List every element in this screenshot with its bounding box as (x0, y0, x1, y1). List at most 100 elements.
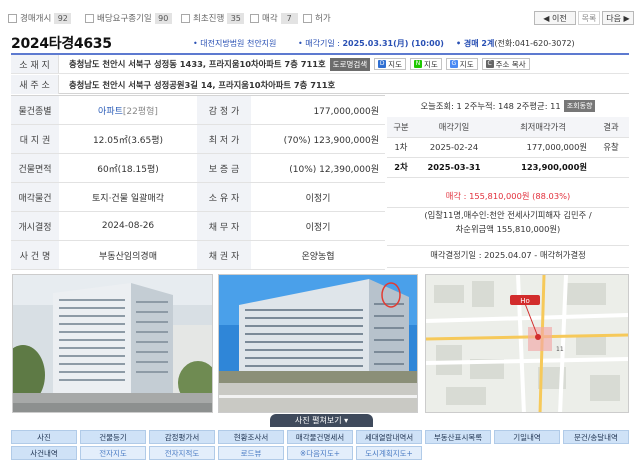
doc-appraisal-button[interactable]: 감정평가서 (149, 430, 215, 444)
land-right-label: 대 지 권 (11, 125, 59, 153)
stage-auction-start[interactable]: 경매개시 92 (8, 11, 72, 25)
naver-map-button[interactable]: N 지도 (409, 58, 442, 70)
road-address-label: 새 주 소 (11, 75, 59, 94)
history-price: 123,900,000원 (493, 157, 593, 178)
property-type-label: 물건종별 (11, 96, 59, 124)
stage-sale[interactable]: 매각 7 (250, 11, 298, 25)
road-address: 충청남도 천안시 서북구 성정공원3길 14, 프라지움10차아파트 7층 71… (69, 79, 336, 90)
sale-item-label: 매각물건 (11, 183, 59, 211)
lot-address: 충청남도 천안시 서북구 성정동 1433, 프라지움10차아파트 7층 711… (69, 59, 326, 69)
stage-first-progress[interactable]: 최초진행 35 (181, 11, 245, 25)
building-area-value: 60㎡(18.15평) (97, 164, 159, 175)
building-photo-2[interactable] (218, 274, 418, 413)
list-button[interactable]: 목록 (578, 11, 600, 25)
doc-delivery-history-button[interactable]: 문건/송달내역 (563, 430, 629, 444)
photo-expand-button[interactable]: 사진 펼쳐보기 ▾ (270, 414, 373, 427)
doc-e-cadastral-button[interactable]: 전자지적도 (149, 446, 215, 460)
sale-item-value: 토지·건물 일괄매각 (92, 193, 164, 204)
history-row-current: 2차 2025-03-31 123,900,000원 (387, 157, 629, 178)
winner-line: (입찰11명,매수인:천안 전세사기피해자 김민주 / (424, 210, 592, 220)
stage-label: 허가 (315, 14, 331, 24)
map-road-label: 11 (556, 346, 564, 353)
checkbox-icon[interactable] (8, 13, 17, 23)
deposit-value: (10%) 12,390,000원 (289, 164, 379, 175)
google-map-button[interactable]: G 지도 (445, 58, 478, 70)
doc-sale-specification-button[interactable]: 매각물건명세서 (287, 430, 353, 444)
case-number: 2024타경4635 (11, 36, 112, 52)
doc-case-history-button[interactable]: 사건내역 (11, 446, 77, 460)
court-name[interactable]: • 대전지방법원 천안지원 (193, 38, 276, 49)
creditor-value: 온양농협 (301, 251, 335, 262)
next-button[interactable]: 다음 ▶ (602, 11, 634, 25)
case-name-label: 사 건 명 (11, 241, 59, 269)
map-button-label: 지도 (423, 59, 438, 69)
copy-button-label: 주소 복사 (495, 59, 526, 69)
property-info-table: 물건종별 아파트 [22평형] 감 정 가 177,000,000원 대 지 권 … (11, 95, 385, 270)
sale-date-value: 2025.03.31(月) (10:00) (342, 39, 444, 48)
road-address-row: 새 주 소 충청남도 천안시 서북구 성정공원3길 14, 프라지움10차아파트… (11, 75, 629, 94)
property-type-value[interactable]: 아파트 [22평형] (59, 96, 197, 124)
daum-map-button[interactable]: D 지도 (374, 58, 406, 70)
doc-urban-plan-button[interactable]: 도시계획지도+ (356, 446, 422, 460)
doc-date-history-button[interactable]: 기일내역 (494, 430, 560, 444)
copy-icon: C (485, 60, 494, 68)
stage-count-badge: 35 (227, 12, 245, 24)
doc-photos-button[interactable]: 사진 (11, 430, 77, 444)
stage-label: 매각 (262, 14, 278, 24)
stage-count-badge: 7 (280, 12, 298, 24)
sale-date-label: • 매각기일 : (298, 39, 343, 48)
stage-label: 배당요구종기일 (97, 14, 152, 24)
doc-e-map-button[interactable]: 전자지도 (80, 446, 146, 460)
map-button-label: 지도 (388, 59, 402, 69)
stage-count-badge: 92 (54, 12, 72, 24)
view-count: 오늘조회: 1 2주누적: 148 2주평균: 11 조회동향 (387, 95, 629, 117)
stage-approval[interactable]: 허가 (303, 11, 331, 25)
info-row-sale-item: 매각물건 토지·건물 일괄매각 소 유 자 이정기 (11, 183, 385, 212)
debtor-value: 이정기 (305, 222, 331, 233)
road-search-button[interactable]: 도로명검색 (329, 57, 371, 71)
owner-label: 소 유 자 (197, 183, 251, 211)
checkbox-icon[interactable] (250, 13, 259, 23)
doc-roadview-button[interactable]: 로드뷰 (218, 446, 284, 460)
stage-label: 최초진행 (193, 14, 225, 24)
checkbox-icon[interactable] (303, 13, 312, 23)
doc-building-registry-button[interactable]: 건물등기 (80, 430, 146, 444)
info-row-start: 개시결정 2024-08-26 채 무 자 이정기 (11, 212, 385, 241)
building-area-label: 건물면적 (11, 154, 59, 182)
history-round: 1차 (387, 137, 415, 158)
photo-expand-label: 사진 펼쳐보기 (294, 416, 342, 425)
doc-property-list-button[interactable]: 부동산표시목록 (425, 430, 491, 444)
sale-date: • 매각기일 : 2025.03.31(月) (10:00) (298, 38, 444, 49)
history-header: 최저매각가격 (493, 117, 593, 138)
prev-button[interactable]: ◀ 이전 (534, 11, 576, 25)
doc-survey-button[interactable]: 현황조사서 (218, 430, 284, 444)
auction-progress-bar: 경매개시 92 배당요구종기일 90 최초진행 35 매각 7 허가 ◀ 이전 … (8, 11, 634, 27)
location-map[interactable]: Ho 11 (425, 274, 629, 413)
history-header: 결과 (593, 117, 629, 138)
history-header: 구분 (387, 117, 415, 138)
view-trend-button[interactable]: 조회동향 (563, 100, 596, 112)
deposit-label: 보 증 금 (197, 154, 251, 182)
map-marker-label: Ho (520, 297, 530, 305)
property-type: 아파트 (98, 106, 123, 117)
building-photo-1[interactable] (12, 274, 213, 413)
doc-household-button[interactable]: 세대열람내역서 (356, 430, 422, 444)
history-header-row: 구분 매각기일 최저매각가격 결과 (387, 117, 629, 138)
lot-address-label: 소 재 지 (11, 55, 59, 73)
land-right-value: 12.05㎡(3.65평) (92, 135, 164, 146)
info-row-land: 대 지 권 12.05㎡(3.65평) 최 저 가 (70%) 123,900,… (11, 125, 385, 154)
winner-line: 차순위금액 155,810,000원) (455, 224, 561, 234)
history-header: 매각기일 (415, 117, 493, 138)
checkbox-icon[interactable] (85, 13, 94, 23)
divider (387, 245, 629, 246)
stage-dividend-deadline[interactable]: 배당요구종기일 90 (85, 11, 172, 25)
lot-address-row: 소 재 지 충청남도 천안시 서북구 성정동 1433, 프라지움10차아파트 … (11, 55, 629, 74)
chevron-down-icon: ▾ (344, 416, 349, 425)
appraisal-value: 177,000,000원 (313, 106, 379, 117)
doc-daum-map-button[interactable]: ※다음지도+ (287, 446, 353, 460)
naver-map-icon: N (413, 60, 422, 68)
checkbox-icon[interactable] (181, 13, 190, 23)
property-size-class: [22평형] (122, 106, 158, 117)
history-round: 2차 (387, 157, 415, 178)
copy-address-button[interactable]: C 주소 복사 (481, 58, 530, 70)
